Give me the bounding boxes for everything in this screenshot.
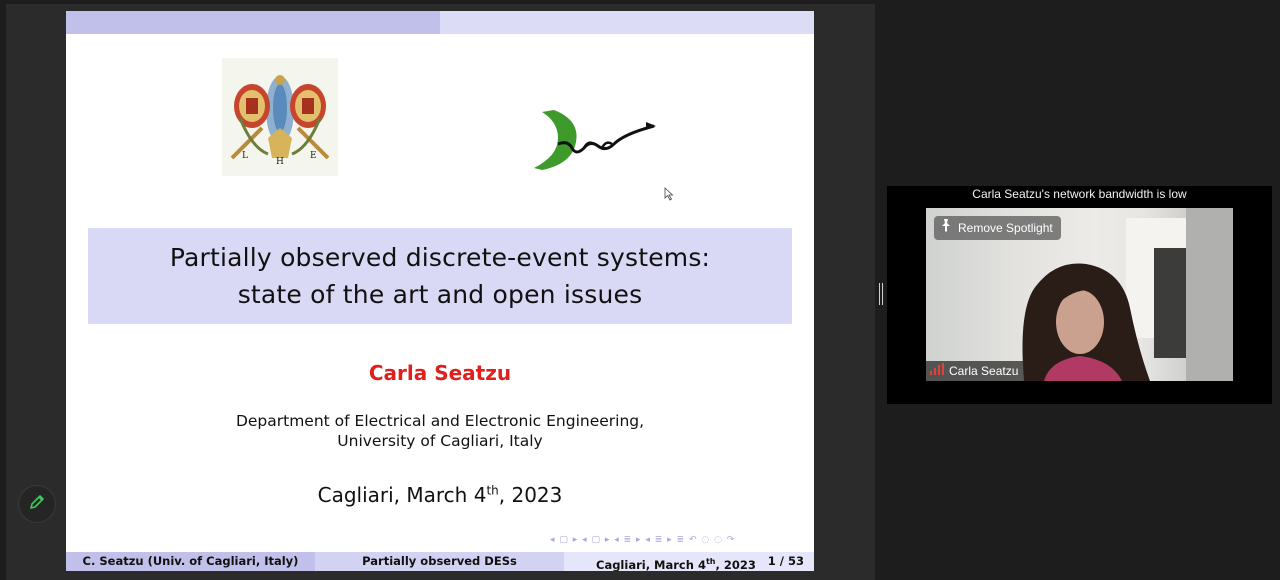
slide-affiliation: Department of Electrical and Electronic …: [66, 411, 814, 451]
participant-name: Carla Seatzu: [949, 364, 1019, 378]
pin-icon: [940, 216, 952, 240]
slide-date-prefix: Cagliari, March 4: [317, 483, 487, 507]
svg-text:H: H: [276, 157, 284, 167]
affiliation-line-2: University of Cagliari, Italy: [337, 432, 543, 450]
mouse-cursor-icon: [664, 186, 674, 201]
remove-spotlight-button[interactable]: Remove Spotlight: [934, 216, 1061, 240]
slide-header-bar-left: [66, 11, 440, 34]
beamer-navigation-symbols[interactable]: ◂ ▢ ▸ ◂ ▢ ▸ ◂ ≣ ▸ ◂ ≣ ▸ ≣ ↶ ◌ ◌ ↷: [550, 535, 812, 549]
footer-date-prefix: Cagliari, March 4: [596, 557, 706, 571]
remove-spotlight-label: Remove Spotlight: [958, 221, 1053, 235]
slide-date-suffix: , 2023: [498, 483, 563, 507]
affiliation-line-1: Department of Electrical and Electronic …: [235, 412, 645, 430]
footer-page-number: 1 / 53: [767, 554, 804, 568]
participant-video[interactable]: Remove Spotlight Carla Seatzu: [926, 208, 1233, 381]
slide-header-bar: [66, 11, 814, 34]
footer-short-title: Partially observed DESs: [315, 552, 564, 571]
footer-date: Cagliari, March 4th, 2023: [596, 552, 756, 571]
bandwidth-warning: Carla Seatzu's network bandwidth is low: [972, 187, 1187, 201]
participant-name-label: Carla Seatzu: [926, 361, 1025, 381]
annotate-button[interactable]: [18, 485, 56, 523]
slide-date: Cagliari, March 4th, 2023: [66, 483, 814, 507]
slide-date-sup: th: [486, 483, 499, 498]
signal-bars-icon: [930, 361, 944, 381]
slide-title-box: Partially observed discrete-event system…: [88, 228, 792, 324]
university-crest-logo: L H E: [222, 58, 338, 176]
video-panel: Carla Seatzu's network bandwidth is low …: [887, 186, 1272, 404]
footer-author: C. Seatzu (Univ. of Cagliari, Italy): [66, 552, 315, 571]
pencil-icon: [29, 494, 45, 514]
slide-title-line-1: Partially observed discrete-event system…: [169, 243, 711, 272]
slide-title-line-2: state of the art and open issues: [237, 280, 643, 309]
slide-author: Carla Seatzu: [368, 361, 512, 385]
svg-text:E: E: [310, 151, 317, 161]
footer-date-page: Cagliari, March 4th, 2023 1 / 53: [564, 552, 814, 571]
slide-footer: C. Seatzu (Univ. of Cagliari, Italy) Par…: [66, 552, 814, 571]
footer-date-suffix: , 2023: [715, 557, 756, 571]
diee-logo: [528, 104, 658, 176]
presentation-slide: L H E Partially observed discrete-event …: [66, 11, 814, 571]
svg-text:L: L: [242, 151, 248, 161]
panel-resize-handle[interactable]: [879, 283, 883, 305]
